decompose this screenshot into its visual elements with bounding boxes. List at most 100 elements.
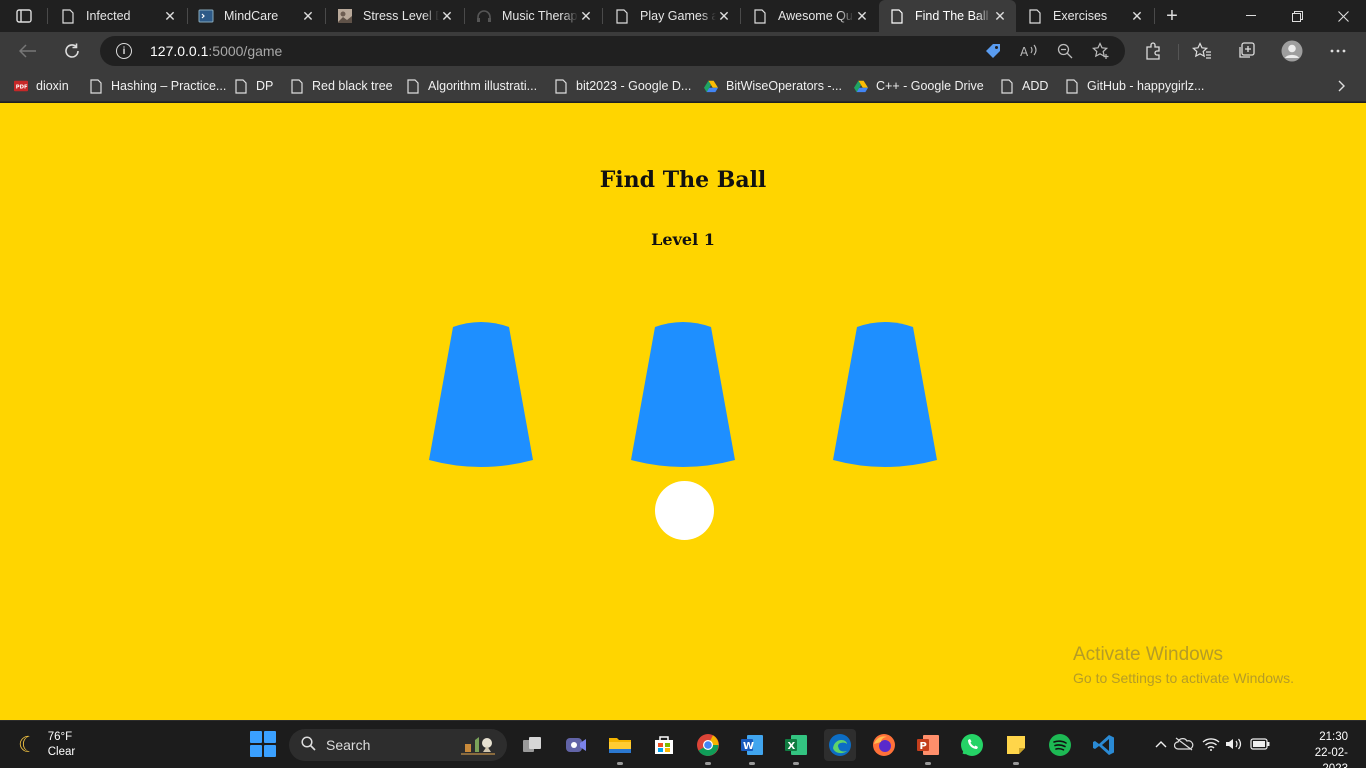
level-label: Level 1	[651, 230, 715, 249]
add-favorite-icon[interactable]	[1090, 41, 1112, 61]
close-icon[interactable]: ✕	[992, 8, 1008, 24]
weather-desc: Clear	[47, 746, 76, 758]
close-icon[interactable]: ✕	[854, 8, 870, 24]
close-icon[interactable]: ✕	[716, 8, 732, 24]
more-menu-icon[interactable]	[1324, 38, 1352, 64]
file-explorer-icon[interactable]	[604, 729, 636, 765]
tab-stress-level[interactable]: Stress Level D ✕	[327, 0, 463, 32]
site-info-icon[interactable]: i	[116, 43, 132, 59]
tab-exercises[interactable]: Exercises ✕	[1017, 0, 1153, 32]
tab-awesome-quiz[interactable]: Awesome Qu ✕	[742, 0, 878, 32]
tab-title: Find The Ball	[915, 9, 989, 23]
page-icon	[89, 78, 103, 94]
onedrive-paused-icon[interactable]	[1173, 731, 1195, 757]
bookmark-label: DP	[256, 79, 274, 93]
tab-mindcare[interactable]: MindCare ✕	[188, 0, 324, 32]
game-page: Find The Ball Level 1 Activate Windows G…	[0, 103, 1366, 720]
battery-icon[interactable]	[1249, 731, 1271, 757]
new-tab-plus-icon[interactable]: +	[1160, 4, 1184, 28]
collections-icon[interactable]	[1232, 38, 1260, 64]
terminal-icon	[198, 8, 214, 24]
weather-temp: 76°F	[47, 731, 73, 743]
chevron-up-icon[interactable]	[1150, 731, 1172, 757]
tab-actions-icon[interactable]	[12, 6, 36, 26]
close-icon[interactable]: ✕	[300, 8, 316, 24]
bookmark-red-black-tree[interactable]: Red black tree	[290, 76, 393, 96]
page-icon	[1000, 78, 1014, 94]
close-icon[interactable]: ✕	[439, 8, 455, 24]
microsoft-store-icon[interactable]	[648, 729, 680, 761]
windows-taskbar: ☾ 76°F Clear Search W X P 21:30 22-02-	[0, 720, 1366, 768]
close-icon[interactable]: ✕	[162, 8, 178, 24]
page-icon	[752, 8, 768, 24]
refresh-icon[interactable]	[58, 38, 86, 64]
whatsapp-icon[interactable]	[956, 729, 988, 761]
tab-strip: Infected ✕ MindCare ✕ Stress Level D ✕ M…	[0, 0, 1366, 32]
headphones-icon	[476, 8, 492, 24]
windows-start-icon[interactable]	[250, 731, 276, 757]
page-title: Find The Ball	[599, 167, 767, 193]
powerpoint-icon[interactable]: P	[912, 729, 944, 765]
cup-left[interactable]	[429, 319, 533, 469]
bookmark-add[interactable]: ADD	[1000, 76, 1048, 96]
extensions-icon[interactable]	[1139, 38, 1167, 64]
bookmark-hashing[interactable]: Hashing – Practice...	[89, 76, 226, 96]
chevron-right-icon[interactable]	[1332, 76, 1352, 96]
word-icon[interactable]: W	[736, 729, 768, 765]
cup-middle[interactable]	[631, 319, 735, 469]
read-aloud-icon[interactable]: A	[1018, 41, 1040, 61]
tab-music-therapy[interactable]: Music Therap ✕	[466, 0, 602, 32]
bookmark-label: ADD	[1022, 79, 1049, 93]
chrome-icon[interactable]	[692, 729, 724, 765]
weather-widget[interactable]: ☾ 76°F Clear	[18, 729, 75, 761]
bookmark-cpp-google-drive[interactable]: C++ - Google Drive	[854, 76, 984, 96]
bookmark-dp[interactable]: DP	[234, 76, 273, 96]
teams-chat-icon[interactable]	[560, 729, 592, 761]
svg-text:X: X	[788, 741, 796, 752]
coupon-tag-icon[interactable]	[982, 41, 1004, 61]
activate-windows-watermark: Activate Windows Go to Settings to activ…	[1073, 644, 1294, 686]
browser-toolbar: i 127.0.0.1:5000/game A	[0, 32, 1366, 70]
svg-text:W: W	[743, 741, 754, 752]
system-clock[interactable]: 21:30 22-02-2023	[1296, 729, 1348, 768]
page-icon	[1027, 8, 1043, 24]
tab-infected[interactable]: Infected ✕	[50, 0, 186, 32]
bookmark-dioxin[interactable]: PDF dioxin	[14, 76, 69, 96]
tab-title: Stress Level D	[363, 9, 439, 23]
close-window-icon[interactable]	[1320, 0, 1366, 32]
wifi-icon[interactable]	[1200, 731, 1222, 757]
favorites-icon[interactable]	[1188, 38, 1216, 64]
bookmark-label: dioxin	[36, 79, 69, 93]
back-arrow-icon[interactable]	[14, 38, 42, 64]
volume-icon[interactable]	[1223, 731, 1245, 757]
excel-icon[interactable]: X	[780, 729, 812, 765]
address-bar[interactable]: i 127.0.0.1:5000/game A	[100, 36, 1125, 66]
bookmark-bit2023[interactable]: bit2023 - Google D...	[554, 76, 691, 96]
bookmark-bitwiseoperators[interactable]: BitWiseOperators -...	[704, 76, 842, 96]
firefox-icon[interactable]	[868, 729, 900, 761]
address-url[interactable]: 127.0.0.1:5000/game	[150, 43, 282, 59]
edge-icon[interactable]	[824, 729, 856, 761]
sticky-notes-icon[interactable]	[1000, 729, 1032, 765]
bookmark-github[interactable]: GitHub - happygirlz...	[1065, 76, 1204, 96]
bookmark-label: Algorithm illustrati...	[428, 79, 538, 93]
bookmark-label: BitWiseOperators -...	[726, 79, 842, 93]
clock-date: 22-02-2023	[1314, 747, 1348, 768]
moon-icon: ☾	[18, 732, 38, 757]
tab-find-the-ball[interactable]: Find The Ball ✕	[879, 0, 1016, 32]
vscode-icon[interactable]	[1088, 729, 1120, 761]
page-icon	[614, 8, 630, 24]
minimize-icon[interactable]	[1228, 0, 1274, 32]
cup-right[interactable]	[833, 319, 937, 469]
close-icon[interactable]: ✕	[1129, 8, 1145, 24]
spotify-icon[interactable]	[1044, 729, 1076, 761]
zoom-icon[interactable]	[1054, 41, 1076, 61]
tab-play-games[interactable]: Play Games ar ✕	[604, 0, 740, 32]
bookmark-algorithm-illustrations[interactable]: Algorithm illustrati...	[406, 76, 537, 96]
close-icon[interactable]: ✕	[578, 8, 594, 24]
tab-title: Exercises	[1053, 9, 1108, 23]
restore-icon[interactable]	[1274, 0, 1320, 32]
profile-avatar-icon[interactable]	[1278, 38, 1306, 64]
task-view-icon[interactable]	[516, 729, 548, 761]
taskbar-search[interactable]: Search	[289, 729, 507, 761]
